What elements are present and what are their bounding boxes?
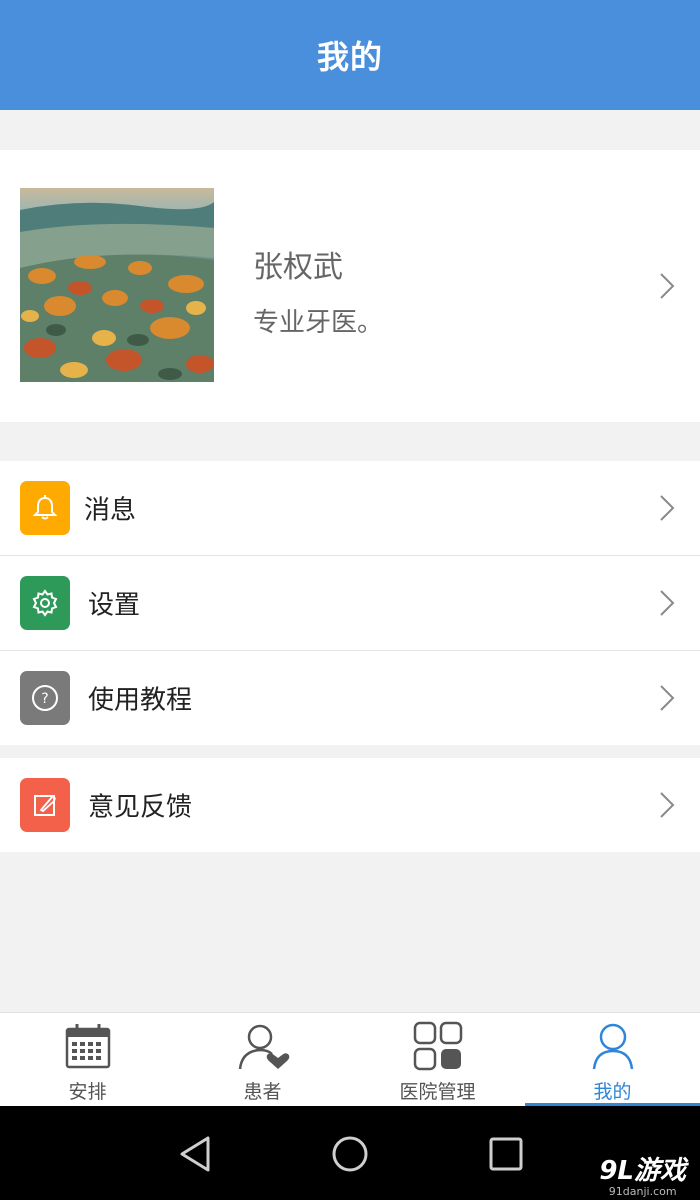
menu-item-tutorial[interactable]: ? 使用教程: [0, 650, 700, 745]
tab-label-mine: 我的: [593, 1081, 632, 1103]
menu-group-main: 消息 设置 ? 使用教程: [0, 461, 700, 745]
menu-label-settings: 设置: [88, 590, 141, 621]
menu-item-settings[interactable]: 设置: [0, 555, 700, 650]
svg-text:?: ?: [41, 691, 48, 707]
tab-label-hospital-management: 医院管理: [399, 1081, 476, 1103]
profile-bio: 专业牙医。: [253, 308, 384, 338]
back-icon[interactable]: [176, 1134, 216, 1174]
bell-icon: [20, 481, 70, 535]
menu-label-tutorial: 使用教程: [88, 685, 193, 716]
chevron-right-icon: [660, 273, 675, 299]
menu-item-feedback[interactable]: 意见反馈: [0, 758, 700, 852]
chevron-right-icon: [660, 685, 675, 711]
person-icon: [592, 1023, 633, 1070]
bottom-tab-bar: 安排 患者 医院管理 我的: [0, 1012, 700, 1107]
menu-group-feedback: 意见反馈: [0, 758, 700, 852]
watermark: 9L游戏 91danji.com: [599, 1150, 686, 1198]
chevron-right-icon: [660, 590, 675, 616]
tab-hospital-management[interactable]: 医院管理: [350, 1013, 525, 1107]
tab-label-patients: 患者: [243, 1081, 282, 1103]
calendar-icon: [65, 1024, 110, 1069]
profile-card[interactable]: 张权武 专业牙医。: [0, 150, 700, 422]
tab-label-schedule: 安排: [68, 1081, 107, 1103]
app-header: 我的: [0, 0, 700, 110]
home-icon[interactable]: [330, 1134, 370, 1174]
chevron-right-icon: [660, 792, 675, 818]
tab-mine[interactable]: 我的: [525, 1013, 700, 1107]
recent-apps-icon[interactable]: [486, 1134, 526, 1174]
page-title: 我的: [316, 38, 383, 76]
profile-name: 张权武: [253, 250, 343, 285]
menu-item-messages[interactable]: 消息: [0, 461, 700, 555]
gear-icon: [20, 576, 70, 630]
watermark-brand: 9L游戏: [599, 1156, 686, 1186]
system-nav-bar: [0, 1106, 700, 1200]
watermark-url: 91danji.com: [608, 1185, 677, 1198]
menu-label-messages: 消息: [84, 495, 137, 526]
tab-patients[interactable]: 患者: [175, 1013, 350, 1107]
tab-schedule[interactable]: 安排: [0, 1013, 175, 1107]
grid-icon: [413, 1021, 462, 1071]
feedback-icon: [20, 778, 70, 832]
chevron-right-icon: [660, 495, 675, 521]
help-icon: ?: [20, 671, 70, 725]
menu-label-feedback: 意见反馈: [88, 792, 193, 823]
patient-icon: [238, 1024, 289, 1070]
avatar: [20, 188, 214, 382]
